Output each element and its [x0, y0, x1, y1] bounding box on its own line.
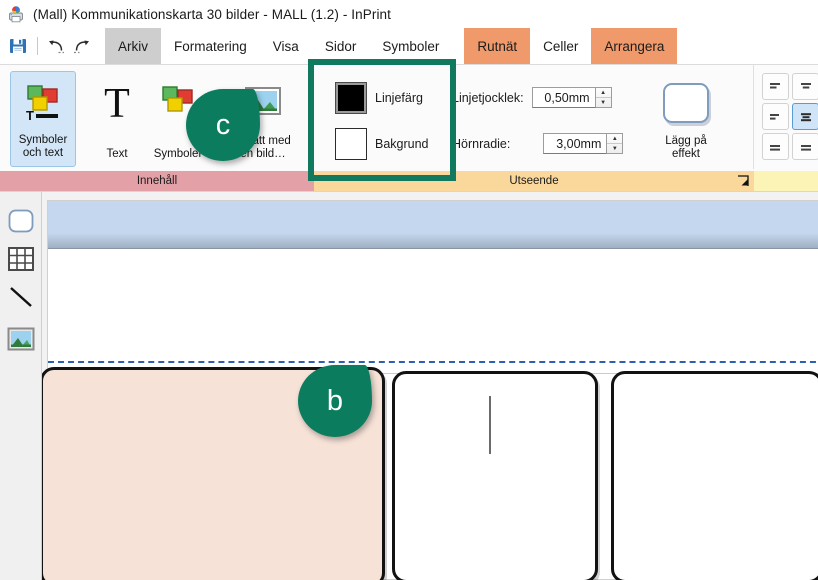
dialog-launcher-icon[interactable]	[736, 175, 750, 189]
align-bottom-center-icon	[798, 140, 814, 154]
diagonal-line-icon	[7, 284, 35, 310]
svg-text:T: T	[26, 108, 34, 123]
align-middle-center-icon	[798, 110, 814, 124]
application-window: (Mall) Kommunikationskarta 30 bilder - M…	[0, 0, 818, 580]
background-color-control[interactable]: Bakgrund	[336, 129, 429, 159]
alignment-grid	[762, 73, 818, 160]
cell-tool-button[interactable]	[6, 206, 36, 236]
tab-sidor[interactable]: Sidor	[312, 28, 370, 64]
redo-arrow-icon[interactable]	[71, 35, 93, 57]
align-middle-left-icon	[768, 110, 784, 124]
line-thickness-stepper[interactable]: ▲ ▼	[596, 87, 612, 108]
button-label: Text	[106, 148, 127, 161]
line-color-label: Linjefärg	[375, 91, 423, 105]
landscape-image-icon	[7, 327, 35, 351]
grid-icon	[7, 246, 35, 272]
background-color-label: Bakgrund	[375, 137, 429, 151]
line-tool-button[interactable]	[6, 282, 36, 312]
button-symboler-och-text[interactable]: T Symboler och text	[10, 71, 76, 167]
rounded-shape-effect-icon	[661, 81, 711, 125]
tab-formatering[interactable]: Formatering	[161, 28, 260, 64]
line-thickness-control: Linjetjocklek: 0,50mm ▲ ▼	[452, 87, 612, 108]
tab-symboler[interactable]: Symboler	[369, 28, 452, 64]
tab-arrangera[interactable]: Arrangera	[591, 28, 677, 64]
corner-radius-stepper[interactable]: ▲ ▼	[607, 133, 623, 154]
corner-radius-input[interactable]: 3,00mm	[543, 133, 607, 154]
ribbon-group-alignment-body	[754, 65, 818, 169]
canvas-area[interactable]	[42, 192, 818, 580]
button-label: Lägg på effekt	[665, 135, 707, 161]
align-bottom-left-button[interactable]	[762, 133, 789, 160]
printer-color-icon	[6, 4, 26, 24]
ribbon-group-innehall-body: T Symboler och text T Text	[0, 65, 314, 169]
stepper-down-icon[interactable]: ▼	[596, 98, 611, 107]
tab-arkiv[interactable]: Arkiv	[105, 28, 161, 64]
line-color-control[interactable]: Linjefärg	[336, 83, 423, 113]
tab-celler[interactable]: Celler	[530, 28, 591, 64]
stepper-up-icon[interactable]: ▲	[607, 134, 622, 144]
page-header-band	[48, 201, 818, 249]
align-middle-center-button[interactable]	[792, 103, 818, 130]
line-thickness-label: Linjetjocklek:	[452, 91, 524, 105]
align-top-center-button[interactable]	[792, 73, 818, 100]
background-color-swatch[interactable]	[336, 129, 366, 159]
align-middle-left-button[interactable]	[762, 103, 789, 130]
svg-text:T: T	[104, 81, 130, 123]
table-cell-2[interactable]	[392, 371, 598, 580]
quick-access-toolbar	[0, 28, 97, 64]
document-page[interactable]	[47, 200, 818, 580]
title-bar: (Mall) Kommunikationskarta 30 bilder - M…	[0, 0, 818, 28]
toolbar-separator	[37, 37, 38, 55]
text-T-icon: T	[96, 81, 138, 123]
undo-arrow-icon[interactable]	[45, 35, 67, 57]
guide-line-dashed	[48, 361, 818, 363]
ribbon: T Symboler och text T Text	[0, 64, 818, 192]
button-label: Symboler och text	[19, 134, 68, 160]
stepper-down-icon[interactable]: ▼	[607, 144, 622, 153]
callout-letter: c	[186, 89, 260, 161]
line-thickness-input[interactable]: 0,50mm	[532, 87, 596, 108]
tab-strip: Arkiv Formatering Visa Sidor Symboler Ru…	[0, 28, 818, 64]
line-color-swatch[interactable]	[336, 83, 366, 113]
align-top-left-icon	[768, 80, 784, 94]
window-title: (Mall) Kommunikationskarta 30 bilder - M…	[33, 7, 391, 22]
tab-rutnat[interactable]: Rutnät	[464, 28, 530, 64]
align-top-left-button[interactable]	[762, 73, 789, 100]
symbols-and-text-icon: T	[22, 82, 64, 124]
ribbon-tabs: Arkiv Formatering Visa Sidor Symboler Ru…	[105, 28, 677, 64]
text-caret	[489, 396, 491, 454]
ribbon-group-innehall: T Symboler och text T Text	[0, 65, 314, 191]
align-top-center-icon	[798, 80, 814, 94]
button-text[interactable]: T Text	[84, 71, 150, 167]
tool-palette	[0, 192, 42, 580]
grid-tool-button[interactable]	[6, 244, 36, 274]
tabs-spacer	[452, 28, 464, 64]
save-floppy-icon[interactable]	[8, 36, 28, 56]
stepper-up-icon[interactable]: ▲	[596, 88, 611, 98]
ribbon-group-utseende-body: Linjefärg Bakgrund Linjetjocklek: 0,50mm…	[314, 65, 754, 169]
table-cell-3[interactable]	[611, 371, 818, 580]
ribbon-group-utseende: Linjefärg Bakgrund Linjetjocklek: 0,50mm…	[314, 65, 754, 191]
ribbon-group-alignment	[754, 65, 818, 191]
ribbon-group-label-alignment	[754, 171, 818, 191]
button-lagg-pa-effekt[interactable]: Lägg på effekt	[648, 71, 724, 167]
corner-radius-label: Hörnradie:	[452, 137, 510, 151]
corner-radius-control: Hörnradie: 3,00mm ▲ ▼	[452, 133, 623, 154]
ribbon-group-label-utseende: Utseende	[314, 171, 754, 191]
align-bottom-center-button[interactable]	[792, 133, 818, 160]
ribbon-group-label-innehall: Innehåll	[0, 171, 314, 191]
callout-letter: b	[298, 365, 372, 437]
rounded-rect-icon	[7, 208, 35, 234]
tab-visa[interactable]: Visa	[260, 28, 312, 64]
image-tool-button[interactable]	[6, 324, 36, 354]
align-bottom-left-icon	[768, 140, 784, 154]
